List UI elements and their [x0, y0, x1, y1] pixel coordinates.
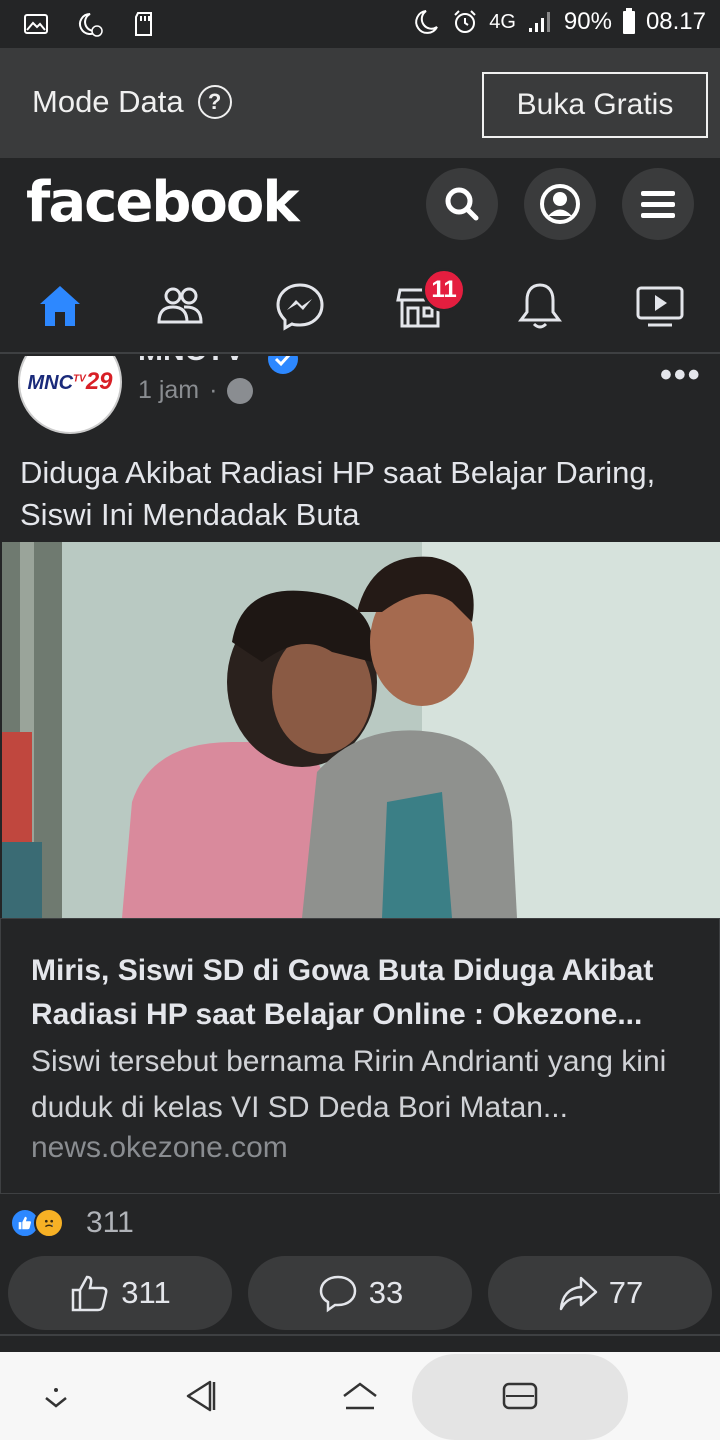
photo-image: [2, 542, 720, 918]
post-actions: 311 33 77: [0, 1256, 720, 1332]
signal-icon: [526, 8, 554, 36]
page-name[interactable]: MNCTV: [138, 356, 245, 368]
reaction-summary[interactable]: 311: [10, 1198, 134, 1248]
feed-post: MNCTV29 MNCTV 1 jam · ••• Diduga Akibat …: [0, 356, 720, 1336]
recent-apps-button[interactable]: [490, 1368, 550, 1424]
profile-icon: [540, 184, 580, 224]
data-mode-label-row: Mode Data ?: [32, 84, 232, 120]
link-title: Miris, Siswi SD di Gowa Buta Diduga Akib…: [31, 954, 654, 1031]
profile-button[interactable]: [524, 168, 596, 240]
post-meta: 1 jam ·: [138, 376, 254, 405]
avatar-logo: MNCTV29: [27, 368, 112, 396]
avatar-text-main: MNC: [27, 372, 74, 394]
video-icon: [636, 286, 684, 327]
thumbs-up-icon: [72, 1275, 108, 1312]
like-button[interactable]: 311: [8, 1256, 232, 1330]
bell-icon: [518, 283, 562, 329]
hide-keyboard-button[interactable]: [26, 1368, 86, 1424]
link-description: Siswi tersebut bernama Ririn Andrianti y…: [31, 1045, 667, 1124]
verified-badge-icon: [268, 356, 298, 374]
comment-icon: [319, 1275, 357, 1313]
post-caption: Diduga Akibat Radiasi HP saat Belajar Da…: [20, 455, 656, 532]
moon-clock-icon: [413, 8, 441, 36]
post-photo[interactable]: [2, 542, 720, 918]
network-type: 4G: [489, 10, 516, 33]
tab-notifications[interactable]: [510, 276, 570, 336]
buka-gratis-button[interactable]: Buka Gratis: [482, 72, 708, 138]
share-icon: [559, 1276, 597, 1311]
battery-percent: 90%: [563, 8, 612, 35]
hamburger-icon: [641, 191, 675, 218]
chevron-down-icon: [45, 1388, 67, 1408]
avatar-text-num: 29: [85, 368, 113, 395]
avatar-text-tv: TV: [73, 373, 86, 385]
help-icon[interactable]: ?: [197, 85, 232, 119]
nav-tabs: [0, 266, 720, 344]
home-icon: [40, 286, 80, 326]
sad-reaction-icon: [34, 1208, 64, 1238]
like-count: 311: [121, 1275, 171, 1310]
home-nav-icon: [343, 1382, 377, 1410]
home-button[interactable]: [330, 1368, 390, 1424]
comment-button[interactable]: 33: [248, 1256, 472, 1330]
battery-icon: [622, 8, 636, 36]
tab-home[interactable]: [30, 276, 90, 336]
link-preview-card[interactable]: Miris, Siswi SD di Gowa Buta Diduga Akib…: [0, 918, 720, 1194]
search-button[interactable]: [426, 168, 498, 240]
menu-button[interactable]: [622, 168, 694, 240]
app-header: facebook: [0, 158, 720, 354]
status-bar: 4G 90% 08.17: [0, 0, 720, 48]
tab-friends[interactable]: [150, 276, 210, 336]
globe-icon: [227, 377, 254, 404]
search-icon: [445, 187, 479, 221]
alarm-icon: [451, 8, 479, 36]
post-time[interactable]: 1 jam: [138, 376, 199, 405]
recent-apps-icon: [502, 1382, 538, 1410]
tab-messenger[interactable]: [270, 276, 330, 336]
friends-icon: [157, 287, 203, 324]
facebook-logo[interactable]: facebook: [26, 170, 300, 235]
messenger-icon: [276, 283, 324, 331]
meta-separator: ·: [209, 376, 218, 404]
marketplace-badge: 11: [422, 268, 466, 312]
sd-card-icon: [130, 10, 158, 38]
share-button[interactable]: 77: [488, 1256, 712, 1330]
data-mode-banner: Mode Data ? Buka Gratis: [0, 48, 720, 158]
share-count: 77: [608, 1275, 644, 1310]
back-button[interactable]: [170, 1368, 230, 1424]
tab-watch[interactable]: [630, 276, 690, 336]
reaction-count: 311: [86, 1206, 134, 1239]
link-source: news.okezone.com: [31, 1131, 288, 1164]
back-icon: [186, 1380, 216, 1412]
page-avatar[interactable]: MNCTV29: [18, 356, 122, 434]
feed-divider: [0, 1334, 720, 1354]
data-mode-label: Mode Data: [32, 84, 184, 119]
system-nav-bar: [0, 1352, 720, 1440]
clock: 08.17: [645, 8, 706, 35]
image-icon: [22, 10, 50, 38]
more-options-button[interactable]: •••: [660, 356, 702, 395]
do-not-disturb-icon: [76, 10, 104, 38]
comment-count: 33: [368, 1275, 404, 1310]
